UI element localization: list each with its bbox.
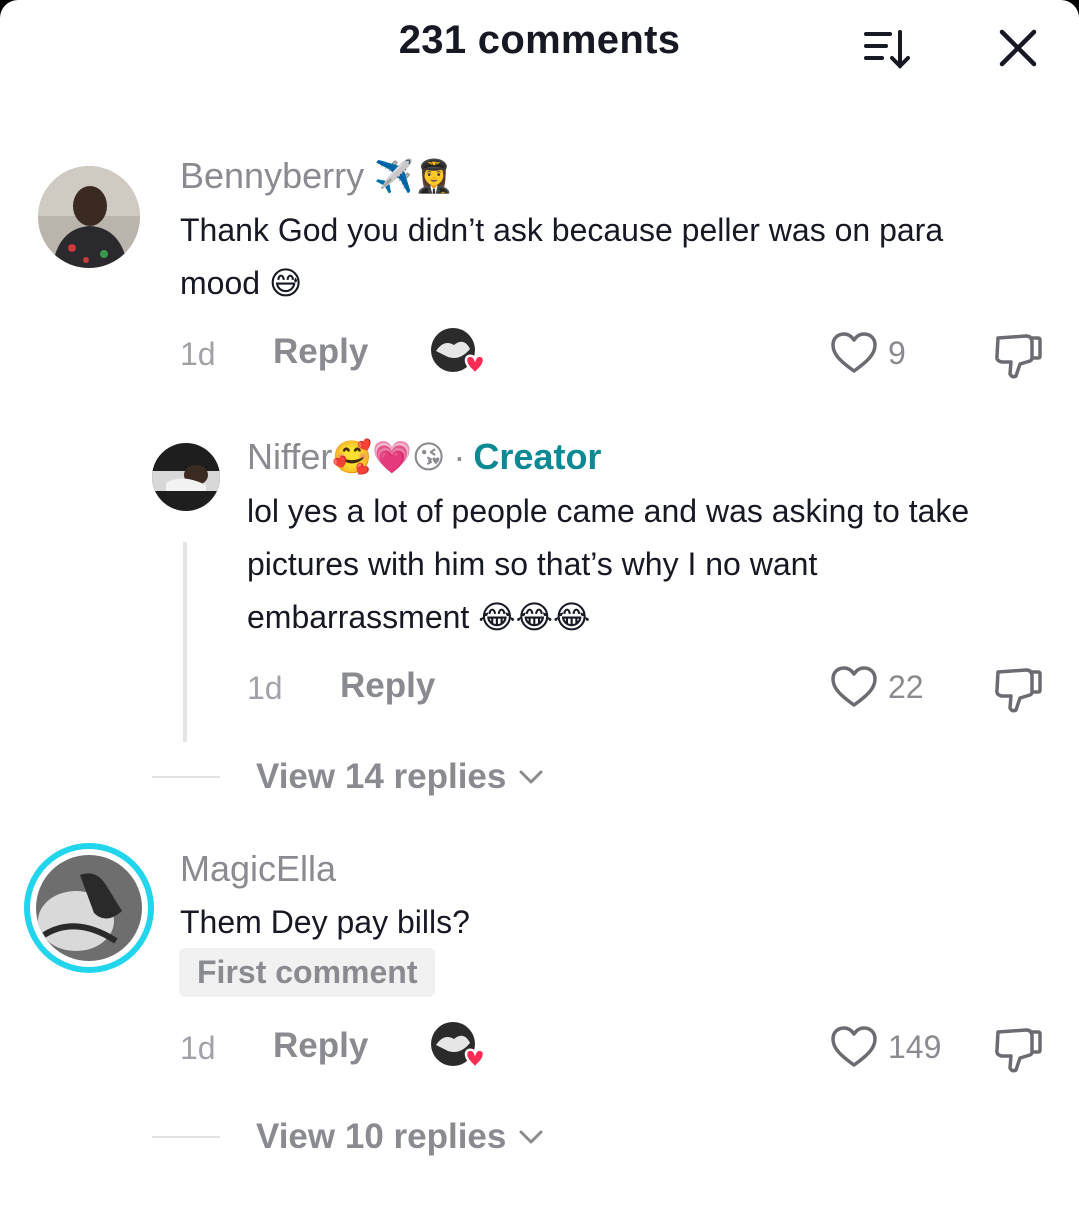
comment-text: Thank God you didn’t ask because peller … bbox=[180, 212, 944, 301]
close-icon[interactable] bbox=[994, 24, 1042, 72]
creator-liked-icon bbox=[430, 327, 488, 379]
comment-username[interactable]: Bennyberry ✈️👩‍✈️ bbox=[180, 155, 454, 197]
dislike-icon[interactable] bbox=[992, 330, 1044, 382]
creator-label: Creator bbox=[473, 436, 602, 477]
username-emojis: 🥰💗😘 bbox=[332, 439, 446, 475]
view-replies-button[interactable]: View 14 replies bbox=[152, 757, 544, 797]
comment-text: lol yes a lot of people came and was ask… bbox=[247, 493, 970, 635]
emoji: 😅 bbox=[268, 265, 303, 301]
emoji: 😂😂😂 bbox=[478, 599, 591, 635]
comment-time: 1d bbox=[247, 670, 283, 706]
heart-icon bbox=[831, 1026, 877, 1067]
avatar[interactable] bbox=[38, 166, 140, 268]
sort-icon[interactable] bbox=[860, 24, 916, 72]
like-count: 22 bbox=[888, 668, 924, 705]
like-count: 149 bbox=[888, 1028, 942, 1065]
comment-text: Them Dey pay bills? bbox=[180, 904, 470, 940]
like-button[interactable]: 149 bbox=[830, 1025, 941, 1069]
comments-header: 231 comments bbox=[0, 0, 1079, 92]
username-emojis: ✈️👩‍✈️ bbox=[374, 158, 454, 194]
reply-button[interactable]: Reply bbox=[340, 666, 435, 706]
dislike-icon[interactable] bbox=[992, 1024, 1044, 1076]
view-replies-button[interactable]: View 10 replies bbox=[152, 1117, 544, 1157]
like-button[interactable]: 22 bbox=[830, 665, 924, 709]
divider bbox=[152, 1136, 220, 1138]
comment-username[interactable]: Niffer 🥰💗😘 · Creator bbox=[247, 436, 601, 478]
avatar-story-ring[interactable] bbox=[24, 843, 154, 973]
first-comment-badge: First comment bbox=[179, 948, 436, 997]
comments-sheet: 231 comments bbox=[0, 0, 1079, 1211]
thread-line bbox=[183, 542, 187, 742]
comment-username[interactable]: MagicElla bbox=[180, 848, 336, 890]
comment-time: 1d bbox=[180, 1030, 216, 1066]
comments-count-title: 231 comments bbox=[398, 18, 681, 62]
comment-time: 1d bbox=[180, 336, 216, 372]
dislike-icon[interactable] bbox=[992, 664, 1044, 716]
divider bbox=[152, 776, 220, 778]
heart-icon bbox=[831, 666, 877, 707]
creator-liked-icon bbox=[430, 1021, 488, 1073]
like-button[interactable]: 9 bbox=[830, 331, 906, 375]
like-count: 9 bbox=[888, 334, 906, 371]
reply-button[interactable]: Reply bbox=[273, 1026, 368, 1066]
heart-icon bbox=[831, 332, 877, 373]
chevron-down-icon bbox=[519, 770, 543, 784]
reply-button[interactable]: Reply bbox=[273, 332, 368, 372]
avatar[interactable] bbox=[152, 443, 220, 511]
chevron-down-icon bbox=[519, 1130, 543, 1144]
